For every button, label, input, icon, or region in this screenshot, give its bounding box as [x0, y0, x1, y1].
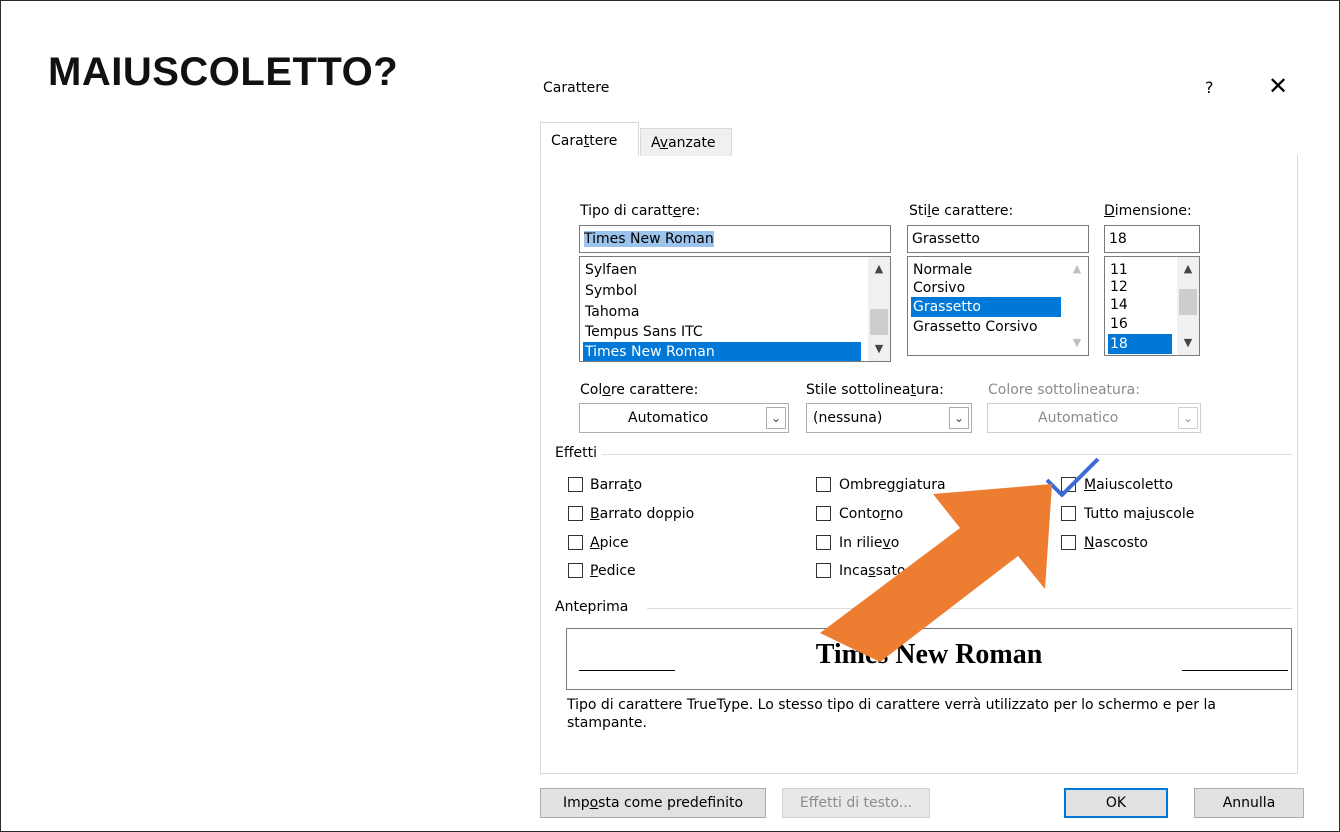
annotation-overlay [820, 457, 1100, 662]
checkmark-icon [1045, 457, 1100, 497]
arrow-icon [820, 484, 1052, 662]
tab-carattere[interactable]: Carattere [540, 122, 639, 156]
